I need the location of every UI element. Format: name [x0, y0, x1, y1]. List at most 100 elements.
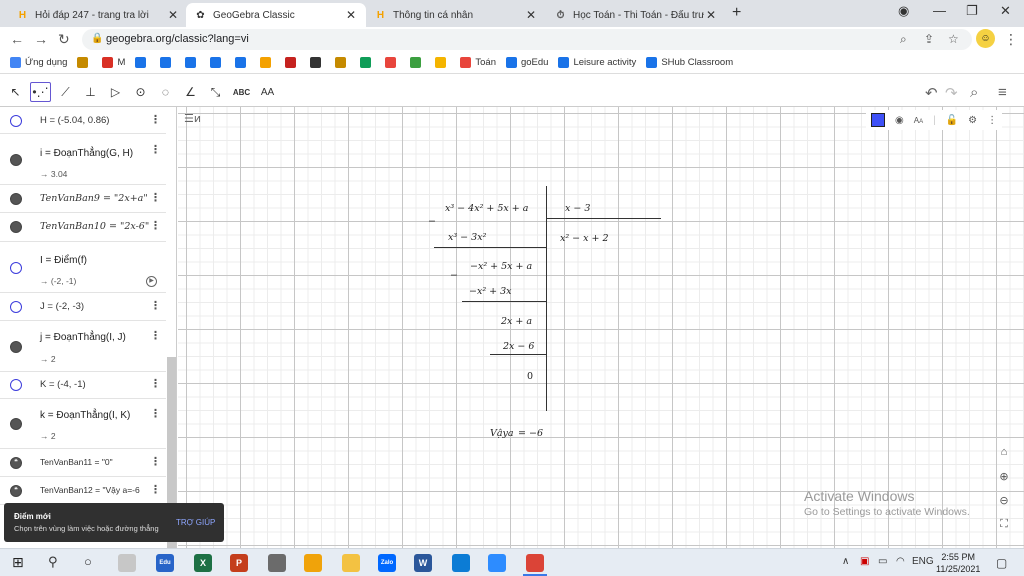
algebra-definition[interactable]: TenVanBan11 = "0"	[40, 457, 113, 467]
url-text[interactable]: geogebra.org/classic?lang=vi	[106, 33, 249, 45]
bookmark-item[interactable]	[235, 57, 250, 68]
subtraction-line-1[interactable]	[434, 247, 547, 249]
algebra-definition[interactable]: TenVanBan10 = "2x-6"	[40, 221, 149, 232]
angle-tool-icon[interactable]: ∠	[180, 82, 201, 102]
remainder-1-text[interactable]: −x² + 5x + a	[470, 261, 532, 272]
help-button[interactable]: TRỢ GIÚP	[176, 518, 215, 527]
lock-icon[interactable]: 🔓	[946, 115, 958, 126]
system-clock[interactable]: 2:55 PM 11/25/2021	[936, 551, 980, 575]
divisor-underline[interactable]	[546, 218, 661, 220]
search-icon[interactable]: ⚲	[48, 554, 58, 570]
taskbar-app-icon[interactable]: Edu	[156, 554, 174, 572]
quotient-text[interactable]: x² − x + 2	[560, 233, 609, 244]
reload-icon[interactable]: ↻	[58, 31, 70, 48]
gear-icon[interactable]: ⚙	[968, 115, 977, 126]
more-icon[interactable]: ⋮	[150, 113, 161, 126]
perpendicular-tool-icon[interactable]: ⊥	[80, 82, 101, 102]
antivirus-icon[interactable]: ▣	[860, 556, 869, 567]
minimize-icon[interactable]: —	[933, 3, 946, 18]
bookmark-item[interactable]	[385, 57, 400, 68]
bookmark-item[interactable]	[310, 57, 325, 68]
visibility-toggle[interactable]	[10, 193, 22, 205]
more-icon[interactable]: ⋮	[150, 455, 161, 468]
point-style-icon[interactable]: ◉	[895, 115, 904, 126]
hamburger-menu-icon[interactable]: ≡	[998, 84, 1007, 101]
slider-tool[interactable]: AA	[257, 82, 278, 102]
close-window-icon[interactable]: ✕	[1000, 3, 1011, 19]
more-icon[interactable]: ⋮	[150, 299, 161, 312]
bookmark-item[interactable]	[360, 57, 375, 68]
zoom-out-icon[interactable]: ⊖	[996, 494, 1012, 507]
reflect-tool-icon[interactable]: ⤡	[205, 82, 226, 102]
close-icon[interactable]: ✕	[344, 8, 358, 22]
bookmark-item[interactable]	[135, 57, 150, 68]
algebra-row[interactable]: i = ĐoạnThẳng(G, H) → 3.04 ⋮	[0, 134, 166, 185]
zoom-icon[interactable]: ⌕	[900, 32, 907, 47]
tab-hoctoan[interactable]: ⏱ Học Toán - Thi Toán - Đấu trường ✕	[546, 3, 726, 27]
divisor-text[interactable]: x − 3	[565, 203, 590, 214]
minus-sign-1[interactable]: −	[428, 216, 436, 227]
algebra-row[interactable]: TenVanBan9 = "2x+a" ⋮	[0, 185, 166, 213]
bookmark-item[interactable]	[160, 57, 175, 68]
taskbar-app-icon[interactable]	[452, 554, 470, 572]
algebra-definition[interactable]: TenVanBan9 = "2x+a"	[40, 193, 148, 204]
wifi-icon[interactable]: ◠	[896, 556, 905, 567]
text-quote-icon[interactable]: ❝	[10, 485, 22, 497]
algebra-definition[interactable]: TenVanBan12 = "Vậy a=-6	[40, 485, 140, 495]
taskbar-app-icon[interactable]	[304, 554, 322, 572]
bookmark-item[interactable]: Toán	[460, 57, 496, 68]
visibility-toggle[interactable]	[10, 418, 22, 430]
visibility-toggle[interactable]	[10, 221, 22, 233]
conclusion-equation[interactable]: = −6	[518, 428, 543, 439]
algebra-definition[interactable]: i = ĐoạnThẳng(G, H)	[40, 148, 133, 159]
bookmark-item[interactable]: goEdu	[505, 57, 548, 68]
notification-icon[interactable]: ▢	[996, 556, 1007, 570]
visibility-toggle[interactable]	[10, 115, 22, 127]
algebra-definition[interactable]: J = (-2, -3)	[40, 301, 84, 312]
algebra-row[interactable]: j = ĐoạnThẳng(I, J) → 2 ⋮	[0, 321, 166, 372]
more-icon[interactable]: ⋮	[150, 143, 161, 156]
division-vertical-line[interactable]	[546, 186, 548, 411]
close-icon[interactable]: ✕	[704, 8, 718, 22]
url-bar[interactable]: 🔒 geogebra.org/classic?lang=vi ⌕ ⇪ ☆	[82, 29, 972, 50]
bookmark-item[interactable]	[260, 57, 275, 68]
text-tool[interactable]: ABC	[231, 82, 252, 102]
taskbar-app-icon[interactable]: X	[194, 554, 212, 572]
algebra-definition[interactable]: H = (-5.04, 0.86)	[40, 115, 109, 126]
fullscreen-icon[interactable]: ⛶	[996, 518, 1012, 531]
algebra-row[interactable]: K = (-4, -1) ⋮	[0, 372, 166, 399]
home-icon[interactable]: ⌂	[996, 446, 1012, 458]
star-icon[interactable]: ☆	[948, 32, 959, 46]
windows-start-icon[interactable]: ⊞	[12, 554, 24, 571]
circle-three-points-tool-icon[interactable]: ◌	[155, 82, 176, 102]
taskbar-app-icon[interactable]	[526, 554, 544, 572]
subtraction-line-3[interactable]	[490, 354, 547, 356]
subtrahend-2-text[interactable]: −x² + 3x	[469, 286, 512, 297]
text-quote-icon[interactable]: ❝	[10, 457, 22, 469]
algebra-row[interactable]: ❝ TenVanBan11 = "0" ⋮	[0, 449, 166, 477]
subtrahend-1-text[interactable]: x³ − 3x²	[448, 232, 486, 243]
tab-geogebra[interactable]: ✿ GeoGebra Classic ✕	[186, 3, 366, 27]
label-style-icon[interactable]: AA	[914, 116, 923, 125]
minus-sign-2[interactable]: −	[450, 270, 458, 281]
graphics-view[interactable]	[178, 107, 1024, 548]
taskbar-app-icon[interactable]: W	[414, 554, 432, 572]
more-icon[interactable]: ⋮	[150, 329, 161, 342]
visibility-toggle[interactable]	[10, 262, 22, 274]
profile-avatar[interactable]: ☺	[976, 29, 995, 48]
subtrahend-3-text[interactable]: 2x − 6	[503, 341, 534, 352]
algebra-definition[interactable]: j = ĐoạnThẳng(I, J)	[40, 332, 126, 343]
undo-icon[interactable]: ↶	[925, 84, 938, 102]
more-icon[interactable]: ⋮	[150, 219, 161, 232]
visibility-toggle[interactable]	[10, 341, 22, 353]
search-icon[interactable]: ⌕	[970, 84, 978, 101]
algebra-row[interactable]: ❝ TenVanBan12 = "Vậy a=-6 ⋮	[0, 477, 166, 505]
forward-arrow-icon[interactable]: →	[34, 31, 48, 47]
close-icon[interactable]: ✕	[524, 8, 538, 22]
taskbar-app-icon[interactable]	[488, 554, 506, 572]
algebra-row[interactable]: TenVanBan10 = "2x-6" ⋮	[0, 213, 166, 242]
bookmark-item[interactable]: M	[102, 57, 125, 68]
more-icon[interactable]: ⋮	[150, 191, 161, 204]
algebra-definition[interactable]: k = ĐoạnThẳng(I, K)	[40, 410, 130, 421]
algebra-definition[interactable]: K = (-4, -1)	[40, 379, 86, 390]
